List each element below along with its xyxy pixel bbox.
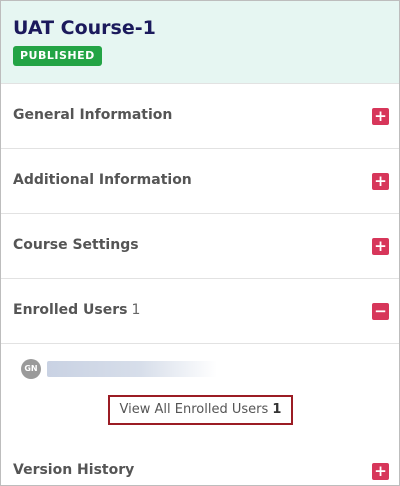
view-all-enrolled-users-link[interactable]: View All Enrolled Users 1: [108, 395, 293, 425]
avatar: GN: [21, 359, 41, 379]
view-all-count: 1: [272, 402, 282, 417]
view-all-label: View All Enrolled Users: [119, 402, 269, 417]
enrolled-count: 1: [131, 302, 141, 318]
section-enrolled-users[interactable]: Enrolled Users 1 −: [1, 279, 399, 344]
plus-icon[interactable]: +: [372, 463, 389, 480]
course-details-panel: UAT Course-1 PUBLISHED General Informati…: [0, 0, 400, 486]
minus-icon[interactable]: −: [372, 303, 389, 320]
plus-icon[interactable]: +: [372, 238, 389, 255]
redacted-user-name: [47, 361, 217, 377]
section-version-history[interactable]: Version History +: [1, 444, 399, 485]
enrolled-users-list: GN View All Enrolled Users 1: [1, 344, 399, 444]
section-label: Enrolled Users 1: [13, 301, 140, 319]
section-additional-information[interactable]: Additional Information +: [1, 149, 399, 214]
plus-icon[interactable]: +: [372, 173, 389, 190]
section-label: Version History: [13, 462, 135, 478]
section-course-settings[interactable]: Course Settings +: [1, 214, 399, 279]
status-badge: PUBLISHED: [13, 46, 102, 66]
section-label: Course Settings: [13, 237, 139, 253]
plus-icon[interactable]: +: [372, 108, 389, 125]
course-header: UAT Course-1 PUBLISHED: [1, 1, 399, 84]
section-label-text: Enrolled Users: [13, 302, 128, 318]
section-label: General Information: [13, 107, 173, 123]
section-general-information[interactable]: General Information +: [1, 84, 399, 149]
course-title: UAT Course-1: [13, 17, 156, 39]
section-label: Additional Information: [13, 172, 192, 188]
